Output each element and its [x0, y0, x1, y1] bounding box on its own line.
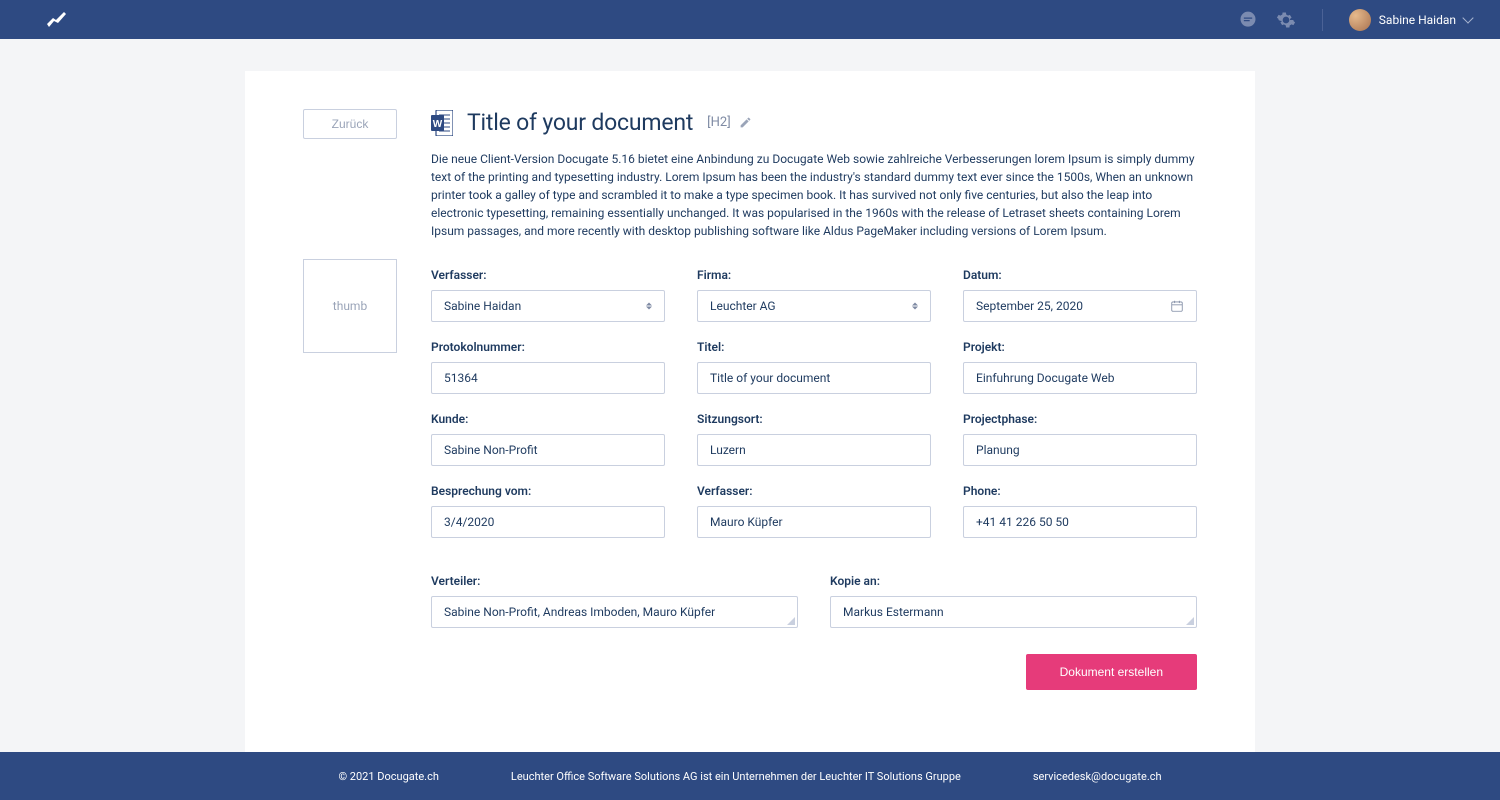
verteiler-textarea[interactable]: Sabine Non-Profit, Andreas Imboden, Maur… [431, 596, 798, 628]
protokolnummer-label: Protokolnummer: [431, 340, 665, 354]
resize-handle-icon [787, 617, 795, 625]
thumbnail-placeholder: thumb [303, 259, 397, 353]
verfasser-select[interactable]: Sabine Haidan [431, 290, 665, 322]
resize-handle-icon [1186, 617, 1194, 625]
app-footer: © 2021 Docugate.ch Leuchter Office Softw… [0, 752, 1500, 800]
protokolnummer-input[interactable]: 51364 [431, 362, 665, 394]
projekt-input[interactable]: Einfuhrung Docugate Web [963, 362, 1197, 394]
document-description: Die neue Client-Version Docugate 5.16 bi… [431, 150, 1197, 240]
brand-logo[interactable] [44, 8, 68, 32]
document-card: Zurück thumb W Title of your document [H… [245, 71, 1255, 752]
titel-input[interactable]: Title of your document [697, 362, 931, 394]
sitzungsort-label: Sitzungsort: [697, 412, 931, 426]
bird-icon [44, 8, 68, 32]
calendar-icon [1170, 299, 1184, 313]
datum-datepicker[interactable]: September 25, 2020 [963, 290, 1197, 322]
verfasser2-label: Verfasser: [697, 484, 931, 498]
projectphase-input[interactable]: Planung [963, 434, 1197, 466]
select-arrows-icon [912, 303, 918, 310]
svg-text:W: W [433, 119, 443, 130]
kunde-input[interactable]: Sabine Non-Profit [431, 434, 665, 466]
edit-icon[interactable] [739, 116, 752, 129]
titel-label: Titel: [697, 340, 931, 354]
firma-label: Firma: [697, 268, 931, 282]
phone-input[interactable]: +41 41 226 50 50 [963, 506, 1197, 538]
back-button[interactable]: Zurück [303, 109, 397, 139]
gear-icon[interactable] [1276, 10, 1296, 30]
avatar [1349, 9, 1371, 31]
heading-tag-label: [H2] [707, 115, 730, 130]
sitzungsort-input[interactable]: Luzern [697, 434, 931, 466]
chat-icon[interactable] [1238, 10, 1258, 30]
kopie-an-label: Kopie an: [830, 574, 1197, 588]
create-document-button[interactable]: Dokument erstellen [1026, 654, 1197, 690]
kunde-label: Kunde: [431, 412, 665, 426]
document-title: Title of your document [467, 109, 693, 136]
verteiler-label: Verteiler: [431, 574, 798, 588]
chevron-down-icon [1462, 12, 1473, 23]
verfasser2-input[interactable]: Mauro Küpfer [697, 506, 931, 538]
user-name-label: Sabine Haidan [1379, 13, 1456, 27]
projekt-label: Projekt: [963, 340, 1197, 354]
phone-label: Phone: [963, 484, 1197, 498]
projectphase-label: Projectphase: [963, 412, 1197, 426]
datum-label: Datum: [963, 268, 1197, 282]
besprechung-vom-label: Besprechung vom: [431, 484, 665, 498]
kopie-an-textarea[interactable]: Markus Estermann [830, 596, 1197, 628]
user-menu[interactable]: Sabine Haidan [1349, 9, 1472, 31]
verfasser-label: Verfasser: [431, 268, 665, 282]
footer-copyright: © 2021 Docugate.ch [338, 770, 438, 783]
besprechung-vom-input[interactable]: 3/4/2020 [431, 506, 665, 538]
select-arrows-icon [646, 303, 652, 310]
footer-email[interactable]: servicedesk@docugate.ch [1033, 770, 1162, 783]
word-doc-icon: W [431, 110, 453, 136]
app-header: Sabine Haidan [0, 0, 1500, 39]
divider [1322, 9, 1323, 31]
firma-select[interactable]: Leuchter AG [697, 290, 931, 322]
footer-company: Leuchter Office Software Solutions AG is… [511, 770, 961, 783]
